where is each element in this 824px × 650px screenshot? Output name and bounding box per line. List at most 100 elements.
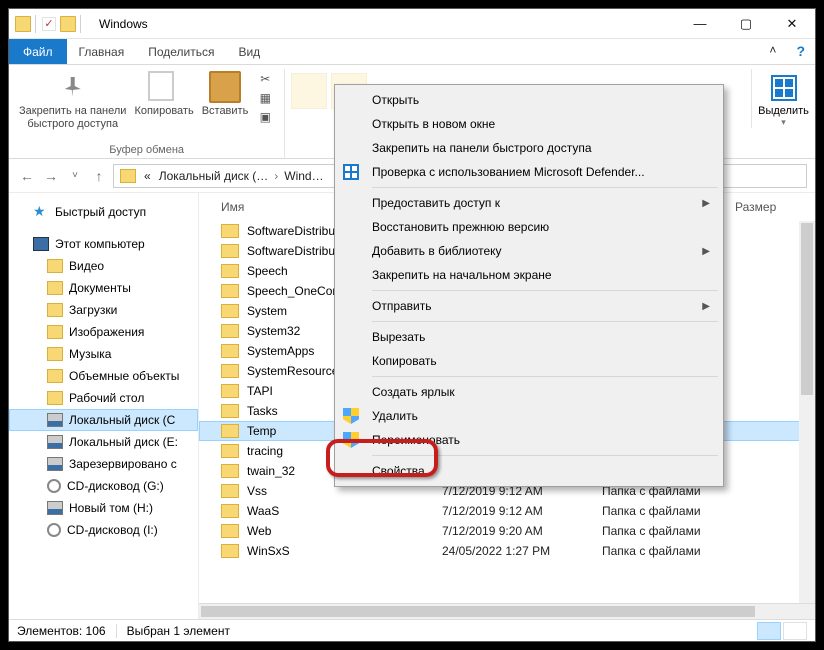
file-row[interactable]: WinSxS24/05/2022 1:27 PMПапка с файлами [199, 541, 815, 561]
nav-item[interactable]: Видео [9, 255, 198, 277]
context-menu-item[interactable]: Создать ярлык [338, 380, 720, 404]
context-menu-item[interactable]: Восстановить прежнюю версию [338, 215, 720, 239]
file-date: 7/12/2019 9:20 AM [442, 524, 602, 538]
details-view-button[interactable] [757, 622, 781, 640]
cd-icon [47, 523, 61, 537]
file-date: 24/05/2022 1:27 PM [442, 544, 602, 558]
drive-icon [47, 457, 63, 471]
recent-button[interactable]: ˅ [63, 164, 87, 188]
folder-icon [47, 369, 63, 383]
copy-icon [148, 71, 180, 103]
cut-icon[interactable]: ✂ [256, 71, 274, 87]
shield-icon [343, 408, 359, 424]
paste-button[interactable]: Вставить [198, 69, 253, 133]
select-icon[interactable] [771, 75, 797, 101]
pin-quick-access-button[interactable]: Закрепить на панели быстрого доступа [15, 69, 130, 133]
folder-icon [221, 544, 239, 558]
horizontal-scrollbar[interactable] [199, 603, 815, 619]
copy-path-icon[interactable]: ▦ [256, 90, 274, 106]
context-menu-item[interactable]: Вырезать [338, 325, 720, 349]
vertical-scrollbar[interactable] [799, 221, 815, 603]
collapse-ribbon-button[interactable]: ˄ [759, 39, 786, 64]
tab-view[interactable]: Вид [226, 39, 272, 64]
nav-item[interactable]: Изображения [9, 321, 198, 343]
folder-icon [221, 244, 239, 258]
context-menu-item[interactable]: Открыть в новом окне [338, 112, 720, 136]
folder-icon [221, 324, 239, 338]
file-row[interactable]: Web7/12/2019 9:20 AMПапка с файлами [199, 521, 815, 541]
folder-icon [221, 384, 239, 398]
nav-item-label: CD-дисковод (I:) [67, 523, 158, 537]
tab-home[interactable]: Главная [67, 39, 137, 64]
nav-item[interactable]: Локальный диск (E: [9, 431, 198, 453]
folder-icon [120, 169, 136, 183]
folder-icon [221, 444, 239, 458]
nav-item-label: Рабочий стол [69, 391, 144, 405]
nav-item[interactable]: Зарезервировано с [9, 453, 198, 475]
help-button[interactable]: ? [786, 39, 815, 64]
navigation-pane[interactable]: ★Быстрый доступ Этот компьютер Видео Докуме… [9, 193, 199, 619]
thumbnails-view-button[interactable] [783, 622, 807, 640]
context-menu-item[interactable]: Удалить [338, 404, 720, 428]
tab-file[interactable]: Файл [9, 39, 67, 64]
copy-button[interactable]: Копировать [130, 69, 197, 133]
context-menu-item[interactable]: Отправить▶ [338, 294, 720, 318]
folder-icon [47, 259, 63, 273]
nav-item[interactable]: Музыка [9, 343, 198, 365]
nav-item-label: Новый том (H:) [69, 501, 153, 515]
nav-item[interactable]: ★Быстрый доступ [9, 201, 198, 223]
nav-item-label: Быстрый доступ [55, 205, 146, 219]
nav-item-label: Музыка [69, 347, 111, 361]
window-title: Windows [99, 17, 148, 31]
file-type: Папка с файлами [602, 504, 701, 518]
minimize-button[interactable]: — [677, 9, 723, 39]
forward-button[interactable]: → [39, 164, 63, 188]
nav-item[interactable]: Этот компьютер [9, 233, 198, 255]
context-menu-item[interactable]: Открыть [338, 88, 720, 112]
nav-item[interactable]: Объемные объекты [9, 365, 198, 387]
context-menu-item[interactable]: Переименовать [338, 428, 720, 452]
nav-item[interactable]: Загрузки [9, 299, 198, 321]
qat-check-icon[interactable]: ✓ [42, 17, 56, 31]
nav-item[interactable]: CD-дисковод (I:) [9, 519, 198, 541]
nav-item[interactable]: Документы [9, 277, 198, 299]
nav-item[interactable]: Рабочий стол [9, 387, 198, 409]
context-menu-item[interactable]: Свойства [338, 459, 720, 483]
nav-item[interactable]: Новый том (H:) [9, 497, 198, 519]
folder-icon [47, 281, 63, 295]
paste-shortcut-icon[interactable]: ▣ [256, 109, 274, 125]
up-button[interactable]: ↑ [87, 164, 111, 188]
pc-icon [33, 237, 49, 251]
nav-item-label: Видео [69, 259, 104, 273]
close-button[interactable]: ✕ [769, 9, 815, 39]
titlebar: ✓ Windows — ▢ ✕ [9, 9, 815, 39]
context-menu-item[interactable]: Копировать [338, 349, 720, 373]
nav-item[interactable]: CD-дисковод (G:) [9, 475, 198, 497]
folder-icon [221, 484, 239, 498]
context-menu-item[interactable]: Проверка с использованием Microsoft Defe… [338, 160, 720, 184]
folder-icon [221, 464, 239, 478]
drive-icon [47, 435, 63, 449]
breadcrumb[interactable]: Локальный диск (… [155, 169, 273, 183]
context-menu[interactable]: ОткрытьОткрыть в новом окнеЗакрепить на … [334, 84, 724, 487]
file-date: 7/12/2019 9:12 AM [442, 504, 602, 518]
folder-icon [47, 303, 63, 317]
folder-icon [60, 16, 76, 32]
file-type: Папка с файлами [602, 544, 701, 558]
tab-share[interactable]: Поделиться [136, 39, 226, 64]
explorer-window: ✓ Windows — ▢ ✕ Файл Главная Поделиться … [8, 8, 816, 642]
context-menu-item[interactable]: Добавить в библиотеку▶ [338, 239, 720, 263]
nav-item[interactable]: Локальный диск (C [9, 409, 198, 431]
context-menu-item[interactable]: Предоставить доступ к▶ [338, 191, 720, 215]
back-button[interactable]: ← [15, 164, 39, 188]
folder-icon [47, 391, 63, 405]
file-row[interactable]: WaaS7/12/2019 9:12 AMПапка с файлами [199, 501, 815, 521]
folder-icon [221, 284, 239, 298]
folder-icon [221, 504, 239, 518]
status-selection: Выбран 1 элемент [127, 624, 230, 638]
context-menu-item[interactable]: Закрепить на панели быстрого доступа [338, 136, 720, 160]
maximize-button[interactable]: ▢ [723, 9, 769, 39]
context-menu-item[interactable]: Закрепить на начальном экране [338, 263, 720, 287]
submenu-arrow-icon: ▶ [702, 301, 710, 312]
breadcrumb[interactable]: Wind… [280, 169, 327, 183]
